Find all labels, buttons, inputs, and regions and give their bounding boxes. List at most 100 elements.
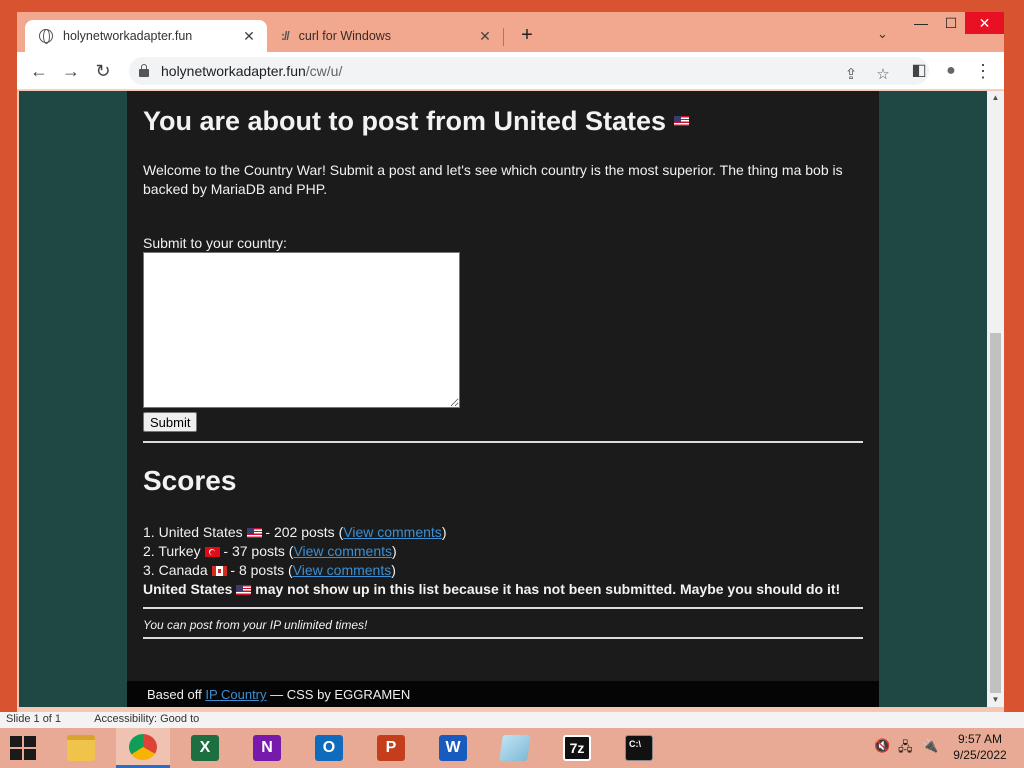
word-icon: W: [439, 735, 467, 761]
warning-text: United States may not show up in this li…: [143, 580, 863, 599]
vertical-scrollbar[interactable]: ▲ ▼: [987, 91, 1004, 707]
taskbar-outlook[interactable]: O: [302, 728, 356, 768]
onenote-icon: N: [253, 735, 281, 761]
globe-icon: [39, 29, 53, 44]
excel-icon: X: [191, 735, 219, 761]
scores-heading: Scores: [143, 465, 237, 496]
taskbar-excel[interactable]: X: [178, 728, 232, 768]
url-text: holynetworkadapter.fun/cw/u/: [161, 63, 342, 79]
tab-separator: [503, 28, 504, 46]
turkey-flag-icon: [204, 547, 220, 558]
score-posts: - 37 posts: [223, 543, 285, 559]
ip-country-link[interactable]: IP Country: [205, 687, 266, 702]
tab-strip: holynetworkadapter.fun ✕ :// curl for Wi…: [17, 12, 1004, 52]
forward-button[interactable]: →: [59, 60, 83, 82]
score-posts: - 8 posts: [230, 562, 285, 578]
url-host: holynetworkadapter.fun: [161, 63, 306, 79]
tab-title: curl for Windows: [298, 29, 392, 43]
7zip-icon: 7z: [563, 735, 591, 761]
score-row: 1. United States - 202 posts (View comme…: [143, 524, 447, 540]
profile-avatar-icon[interactable]: ●: [939, 60, 963, 82]
divider: [143, 441, 863, 443]
scroll-up-arrow-icon[interactable]: ▲: [987, 93, 1004, 102]
score-rank: 3.: [143, 562, 155, 578]
url-path: /cw/u/: [305, 63, 343, 79]
score-rank: 1.: [143, 524, 155, 540]
reload-button[interactable]: ↻: [91, 60, 115, 82]
taskbar-powerpoint[interactable]: P: [364, 728, 418, 768]
divider: [143, 637, 863, 639]
score-rank: 2.: [143, 543, 155, 559]
page-footer: Based off IP Country — CSS by EGGRAMEN: [127, 681, 879, 707]
welcome-text: Welcome to the Country War! Submit a pos…: [143, 162, 843, 197]
chrome-icon: [129, 733, 157, 760]
folder-icon: [67, 735, 95, 761]
page-content: You are about to post from United States…: [127, 91, 879, 681]
browser-toolbar: ← → ↻ holynetworkadapter.fun/cw/u/ ⇪ ☆ ◧…: [17, 52, 1004, 90]
page-title-text: You are about to post from United States: [143, 105, 667, 136]
curl-icon: ://: [281, 29, 290, 43]
taskbar-word[interactable]: W: [426, 728, 480, 768]
close-tab-icon[interactable]: ✕: [241, 28, 257, 45]
cmd-icon: C:\: [625, 735, 653, 761]
address-bar[interactable]: holynetworkadapter.fun/cw/u/ ⇪ ☆: [129, 57, 929, 85]
taskbar-notepad[interactable]: [488, 728, 542, 768]
warning-message: may not show up in this list because it …: [255, 581, 841, 597]
view-comments-link[interactable]: View comments: [293, 562, 392, 578]
scroll-down-arrow-icon[interactable]: ▼: [987, 695, 1004, 704]
clock-date: 9/25/2022: [953, 748, 1007, 762]
bookmark-star-icon[interactable]: ☆: [873, 65, 893, 83]
slide-status: Slide 1 of 1: [6, 713, 62, 725]
taskbar-onenote[interactable]: N: [240, 728, 294, 768]
footer-credit: — CSS by EGGRAMEN: [270, 687, 411, 702]
lock-icon: [139, 64, 149, 77]
view-comments-link[interactable]: View comments: [293, 543, 392, 559]
unlimited-note: You can post from your IP unlimited time…: [143, 618, 368, 632]
taskbar-chrome[interactable]: [116, 728, 170, 768]
powerpoint-icon: P: [377, 735, 405, 761]
warning-country: United States: [143, 581, 233, 597]
view-comments-link[interactable]: View comments: [343, 524, 442, 540]
score-country: United States: [158, 524, 243, 540]
us-flag-icon: [674, 116, 690, 126]
background-app-statusbar: Slide 1 of 1 Accessibility: Good to: [0, 712, 1024, 728]
divider: [143, 607, 863, 609]
back-button[interactable]: ←: [27, 60, 51, 82]
canada-flag-icon: [211, 566, 227, 577]
minimize-button[interactable]: —: [907, 12, 935, 34]
score-posts: - 202 posts: [265, 524, 335, 540]
window-close-button[interactable]: ✕: [965, 12, 1004, 34]
tab-title: holynetworkadapter.fun: [63, 29, 193, 43]
network-icon[interactable]: 🖧: [898, 738, 913, 760]
score-row: 3. Canada - 8 posts (View comments): [143, 562, 396, 578]
accessibility-status: Accessibility: Good to: [94, 713, 200, 725]
taskbar-file-explorer[interactable]: [54, 728, 108, 768]
post-textarea[interactable]: [143, 252, 460, 408]
submit-label: Submit to your country:: [143, 235, 287, 251]
taskbar: X N O P W 7z C:\ 🔇 🖧 🔌 9:57 AM 9/25/2022: [0, 728, 1024, 768]
taskbar-cmd[interactable]: C:\: [612, 728, 666, 768]
tab-curl-for-windows[interactable]: :// curl for Windows ✕: [269, 20, 503, 52]
taskbar-clock[interactable]: 9:57 AM 9/25/2022: [950, 731, 1010, 763]
score-country: Canada: [158, 562, 208, 578]
clock-time: 9:57 AM: [957, 732, 1003, 746]
tab-search-icon[interactable]: ⌄: [877, 26, 888, 42]
browser-menu-icon[interactable]: ⋮: [971, 60, 995, 82]
submit-button[interactable]: Submit: [143, 412, 198, 432]
tab-holynetworkadapter[interactable]: holynetworkadapter.fun ✕: [25, 20, 267, 52]
page-viewport: You are about to post from United States…: [19, 91, 987, 707]
new-tab-button[interactable]: +: [517, 24, 537, 47]
us-flag-icon: [236, 585, 252, 596]
scores-list: 1. United States - 202 posts (View comme…: [143, 523, 863, 599]
us-flag-icon: [246, 528, 262, 539]
score-country: Turkey: [158, 543, 201, 559]
taskbar-7zip[interactable]: 7z: [550, 728, 604, 768]
volume-muted-icon[interactable]: 🔇: [874, 738, 890, 754]
share-icon[interactable]: ⇪: [841, 65, 861, 83]
power-icon[interactable]: 🔌: [922, 738, 938, 754]
side-panel-icon[interactable]: ◧: [907, 60, 931, 82]
scrollbar-thumb[interactable]: [990, 333, 1001, 693]
maximize-button[interactable]: ☐: [937, 12, 965, 34]
close-tab-icon[interactable]: ✕: [477, 28, 493, 45]
windows-start-icon[interactable]: [10, 736, 36, 760]
